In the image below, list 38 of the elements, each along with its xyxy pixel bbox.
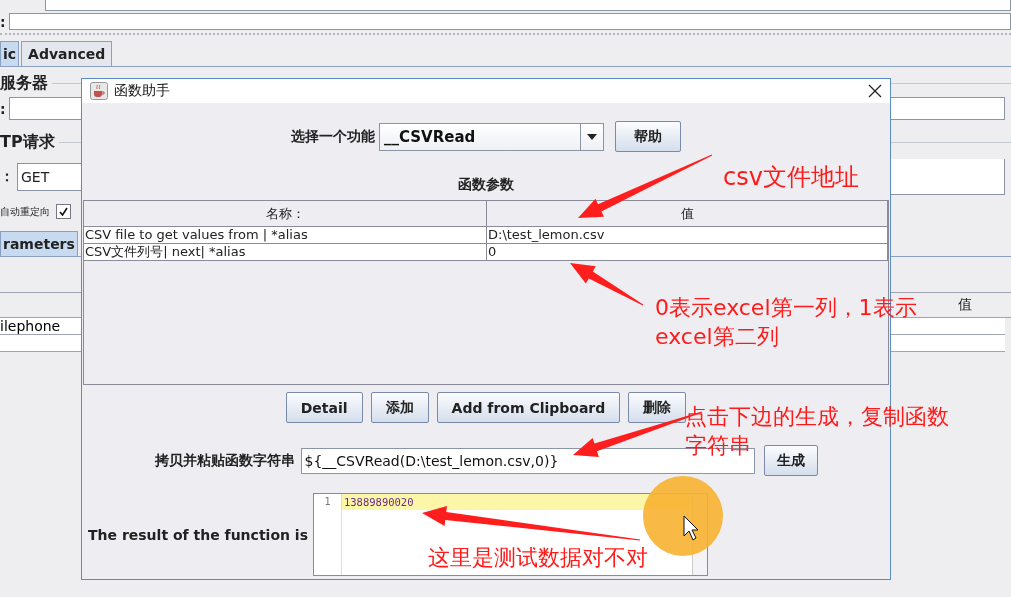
java-cup-icon xyxy=(90,82,108,100)
function-dropdown[interactable]: __CSVRead xyxy=(379,122,604,151)
column-header: 名称： xyxy=(84,201,487,226)
action-button[interactable]: Add from Clipboard xyxy=(436,392,621,423)
tab[interactable]: rameters xyxy=(0,231,78,256)
field-label: 选择一个功能 xyxy=(291,127,375,146)
checkbox[interactable] xyxy=(56,204,71,219)
text-field[interactable] xyxy=(45,0,1011,11)
action-button[interactable]: 删除 xyxy=(628,392,687,423)
table-cell: CSV文件列号| next| *alias xyxy=(84,244,487,260)
field-label: The result of the function is xyxy=(88,526,308,543)
text-field[interactable] xyxy=(8,13,1011,30)
field-label: : xyxy=(0,13,6,30)
action-button[interactable]: Detail xyxy=(285,392,363,423)
check-icon xyxy=(59,207,68,216)
group-title: TP请求 xyxy=(0,132,55,153)
annotation-text: 这里是测试数据对不对 xyxy=(428,545,648,570)
table-cell: D:\test_lemon.csv xyxy=(487,227,888,243)
help-button[interactable]: 帮助 xyxy=(615,121,681,152)
section-title: 函数参数 xyxy=(458,176,514,194)
table-cell: 0 xyxy=(487,244,888,260)
tab[interactable]: ic xyxy=(0,41,20,66)
checkbox-label: 自动重定向 xyxy=(0,204,50,219)
generate-button[interactable]: 生成 xyxy=(763,445,818,476)
line-number: 1 xyxy=(324,495,331,509)
group-title: 服务器 xyxy=(0,73,48,94)
tab[interactable]: Advanced xyxy=(21,41,113,66)
column-header: 值 xyxy=(958,296,972,314)
pointer-icon xyxy=(683,515,699,541)
caret-icon xyxy=(587,133,597,140)
annotation-text: csv文件地址 xyxy=(723,163,859,191)
action-button[interactable]: 添加 xyxy=(370,392,429,423)
window-title: 函数助手 xyxy=(114,82,171,100)
field-label: ： xyxy=(0,168,14,186)
close-icon[interactable] xyxy=(868,84,882,98)
field-label: : xyxy=(0,100,6,117)
field-label: 拷贝并粘贴函数字符串 xyxy=(154,451,295,470)
table-cell: CSV file to get values from | *alias xyxy=(84,227,487,243)
